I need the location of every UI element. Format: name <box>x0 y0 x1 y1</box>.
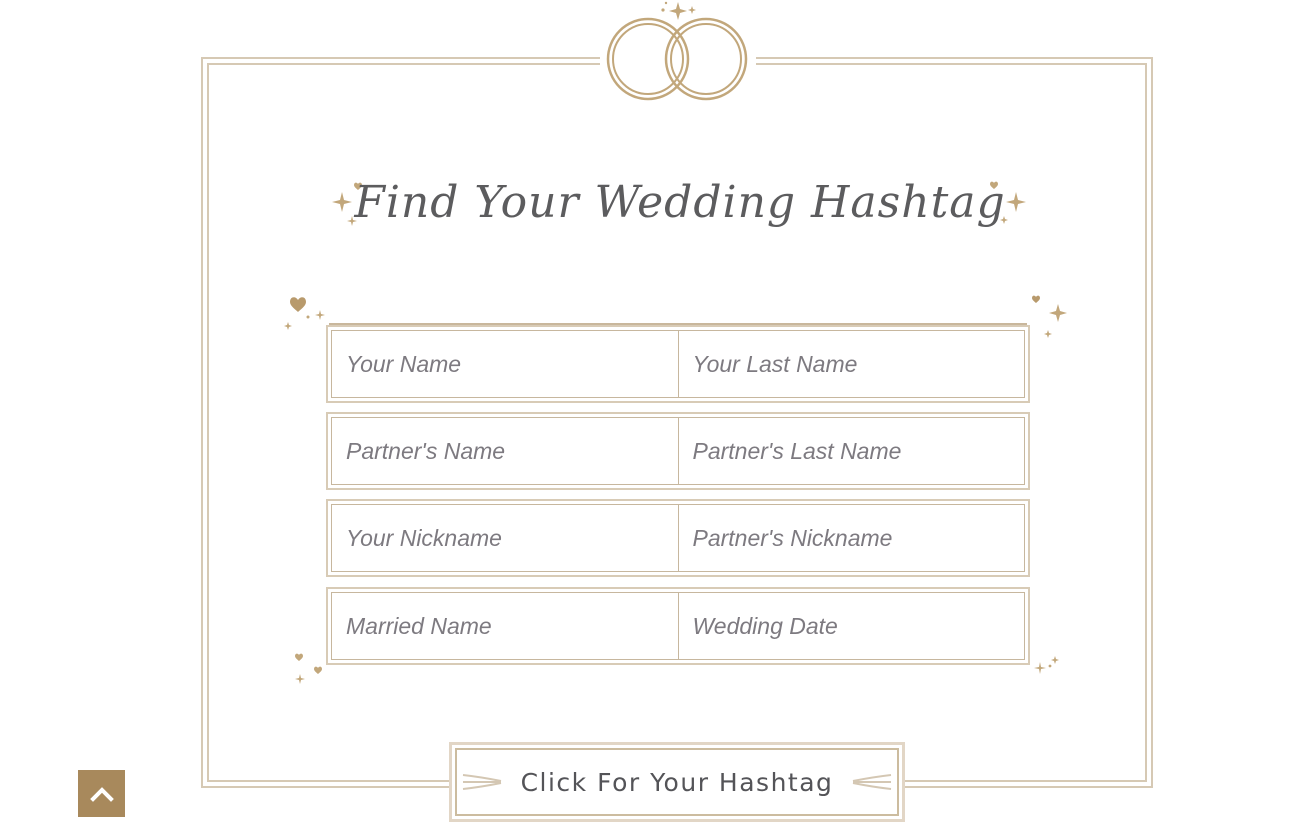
get-hashtag-button-label: Click For Your Hashtag <box>520 767 834 797</box>
flourish-right-icon <box>853 774 892 790</box>
chevron-up-icon <box>89 786 114 802</box>
form-row-partner-names: Partner's Name Partner's Last Name <box>326 412 1030 490</box>
flourish-left-icon <box>462 774 501 790</box>
form-row-inner: Your Name Your Last Name <box>331 330 1025 398</box>
married-name-input[interactable]: Married Name <box>332 593 678 659</box>
your-nickname-input[interactable]: Your Nickname <box>332 505 678 571</box>
sparkle-icon <box>1032 295 1067 338</box>
form-row-inner: Partner's Name Partner's Last Name <box>331 417 1025 485</box>
sparkle-icon <box>1034 656 1059 674</box>
get-hashtag-button[interactable]: Click For Your Hashtag <box>449 742 905 822</box>
last-name-input[interactable]: Your Last Name <box>677 331 1025 397</box>
wedding-rings-icon <box>600 0 756 108</box>
sparkle-icon <box>990 181 1026 224</box>
partner-last-name-input[interactable]: Partner's Last Name <box>677 418 1025 484</box>
get-hashtag-button-inner: Click For Your Hashtag <box>455 748 899 816</box>
form-row-married-date: Married Name Wedding Date <box>326 587 1030 665</box>
form-row-inner: Your Nickname Partner's Nickname <box>331 504 1025 572</box>
hashtag-generator-page: Find Your Wedding Hashtag Your Name Your… <box>0 0 1290 839</box>
title-area: Find Your Wedding Hashtag <box>320 160 1040 255</box>
form-row-names: Your Name Your Last Name <box>326 325 1030 403</box>
first-name-input[interactable]: Your Name <box>332 331 678 397</box>
form-row-inner: Married Name Wedding Date <box>331 592 1025 660</box>
partner-nickname-input[interactable]: Partner's Nickname <box>677 505 1025 571</box>
wedding-date-input[interactable]: Wedding Date <box>677 593 1025 659</box>
form-row-nicknames: Your Nickname Partner's Nickname <box>326 499 1030 577</box>
back-to-top-button[interactable] <box>78 770 125 817</box>
page-title: Find Your Wedding Hashtag <box>354 177 1006 228</box>
sparkle-icon <box>284 297 325 330</box>
partner-first-name-input[interactable]: Partner's Name <box>332 418 678 484</box>
